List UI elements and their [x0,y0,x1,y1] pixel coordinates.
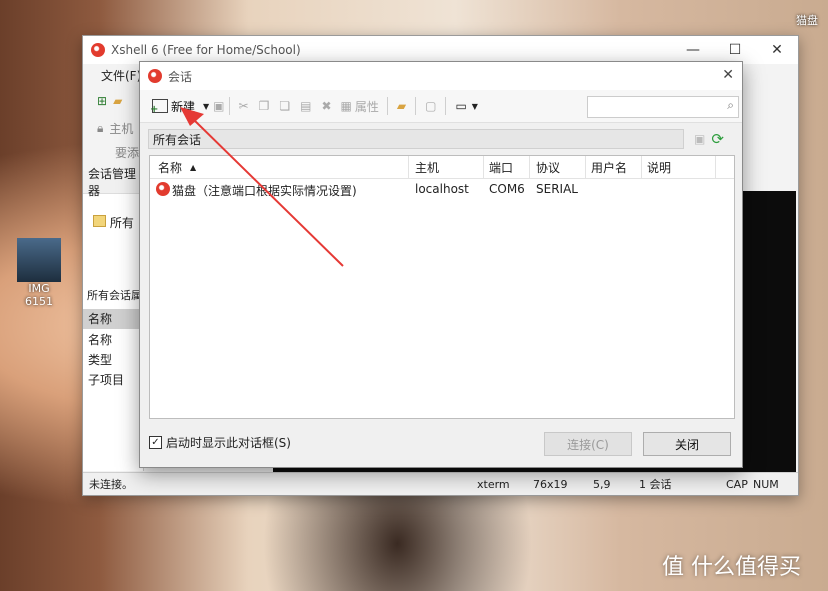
prop-row: 子项目 [88,373,125,387]
status-sessions: 1 会话 [639,478,672,491]
folder-icon [93,215,106,227]
session-manager-title: 会话管理器 [83,167,143,198]
column-divider [408,156,409,178]
row-name: 猫盘（注意端口根据实际情况设置) [172,184,357,198]
main-window-title: Xshell 6 (Free for Home/School) [111,43,301,57]
refresh-icon[interactable]: ⟳ [711,130,724,148]
row-host: localhost [415,182,469,196]
prop-row: 名称 [88,333,113,347]
dropdown-arrow-icon[interactable]: ▼ [203,102,209,111]
prop-row: 类型 [88,353,113,367]
path-label: 所有会话 [153,132,202,147]
dialog-title: 会话 [168,69,193,84]
xshell-logo-icon [148,69,162,83]
copy-icon[interactable]: ❐ [259,99,270,113]
startup-checkbox-label: 启动时显示此对话框(S) [166,436,291,450]
xshell-logo-icon [91,43,105,57]
status-num: NUM [753,477,779,491]
desktop-icon[interactable]: IMG 6151 [14,238,64,308]
cut-icon[interactable]: ✂ [239,99,249,113]
folder-up-icon[interactable]: ▣ [694,132,705,146]
column-port[interactable]: 端口 [489,159,513,176]
paste-icon[interactable]: ❏ [279,99,290,113]
find-icon[interactable]: ▣ [213,99,224,113]
folder-icon[interactable]: ▰ [397,99,406,113]
desktop-icon-label: IMG 6151 [25,282,53,308]
main-title-bar: Xshell 6 (Free for Home/School) — ☐ ✕ [83,36,798,64]
host-prefix: 主机 [109,121,134,136]
column-divider [529,156,530,178]
row-port: COM6 [489,182,525,196]
properties-label: 属性 [354,99,379,114]
startup-checkbox[interactable]: ✓ [149,436,162,449]
minimize-icon[interactable]: — [672,36,714,64]
sessions-dialog: 会话 ✕ + 新建 ▼ ▣ ✂ ❐ ❏ ▤ ✖ ▦ 属性 ▰ ▢ ▭ ▼ ⌕ 所… [139,61,743,468]
path-row: 所有会话 ▣ ⟳ [148,128,734,150]
properties-icon: ▦ [340,99,352,113]
status-term: xterm [477,477,510,491]
toolbar-divider [386,97,388,115]
sort-asc-icon: ▲ [190,162,197,172]
watermark: 值 什么值得买 [662,555,801,580]
export-icon[interactable]: ▢ [425,99,436,113]
search-icon: ⌕ [727,98,734,112]
table-row[interactable]: 猫盘（注意端口根据实际情况设置) localhost COM6 SERIAL [150,179,734,199]
status-cap: CAP [726,477,748,491]
path-box: 所有会话 [148,129,684,149]
new-session-button[interactable]: + 新建 [148,95,199,117]
menu-file[interactable]: 文件(F) [101,67,141,84]
session-manager-panel: 会话管理器 所有 所有会话属 名称 名称 类型 子项目 [83,167,144,471]
column-note[interactable]: 说明 [647,159,671,176]
column-divider [641,156,642,178]
column-username[interactable]: 用户名 [591,159,627,176]
column-divider [483,156,484,178]
dialog-title-bar: 会话 [140,62,742,90]
column-divider [585,156,586,178]
toolbar-divider [228,97,230,115]
new-session-icon: + [150,99,168,115]
connect-button[interactable]: 连接(C) [544,432,632,456]
desktop-corner-label: 猫盘 [796,14,818,27]
session-icon [156,182,170,196]
new-button-label: 新建 [171,99,196,114]
rename-icon[interactable]: ▤ [300,99,311,113]
add-hint: 要添 [115,145,140,160]
list-header: 名称 ▲ 主机 端口 协议 用户名 说明 [150,156,734,179]
toolbar-divider [445,97,447,115]
properties-header: 所有会话属 [87,289,142,302]
open-folder-icon[interactable]: ▰ [113,94,122,108]
column-host[interactable]: 主机 [415,159,439,176]
status-size: 76x19 [533,477,568,491]
column-protocol[interactable]: 协议 [536,159,560,176]
lock-icon: 🔒︎ [97,120,104,135]
view-icon[interactable]: ▭ [455,99,466,113]
column-name[interactable]: 名称 [158,159,182,176]
session-list: 名称 ▲ 主机 端口 协议 用户名 说明 猫盘（注意端口根据实际情况设置) lo… [149,155,735,419]
status-connection: 未连接。 [89,478,133,491]
properties-button[interactable]: ▦ 属性 [337,95,383,117]
new-session-icon[interactable]: ⊞ [97,94,107,108]
maximize-icon[interactable]: ☐ [714,36,756,64]
row-protocol: SERIAL [536,182,578,196]
tree-all-label: 所有 [109,216,134,230]
view-dropdown-icon[interactable]: ▼ [472,102,478,111]
close-button[interactable]: 关闭 [643,432,731,456]
image-thumbnail [17,238,61,282]
tree-all-sessions[interactable]: 所有 [83,194,143,231]
status-pos: 5,9 [593,477,611,491]
column-divider [715,156,716,178]
close-icon[interactable]: ✕ [756,36,798,64]
dialog-close-icon[interactable]: ✕ [722,67,734,83]
status-bar: 未连接。 xterm 76x19 5,9 1 会话 CAP NUM [83,472,798,495]
prop-row: 名称 [83,309,143,329]
startup-checkbox-row[interactable]: ✓ 启动时显示此对话框(S) [149,434,291,451]
toolbar-divider [415,97,417,115]
search-input[interactable]: ⌕ [587,96,739,118]
delete-icon[interactable]: ✖ [321,99,331,113]
